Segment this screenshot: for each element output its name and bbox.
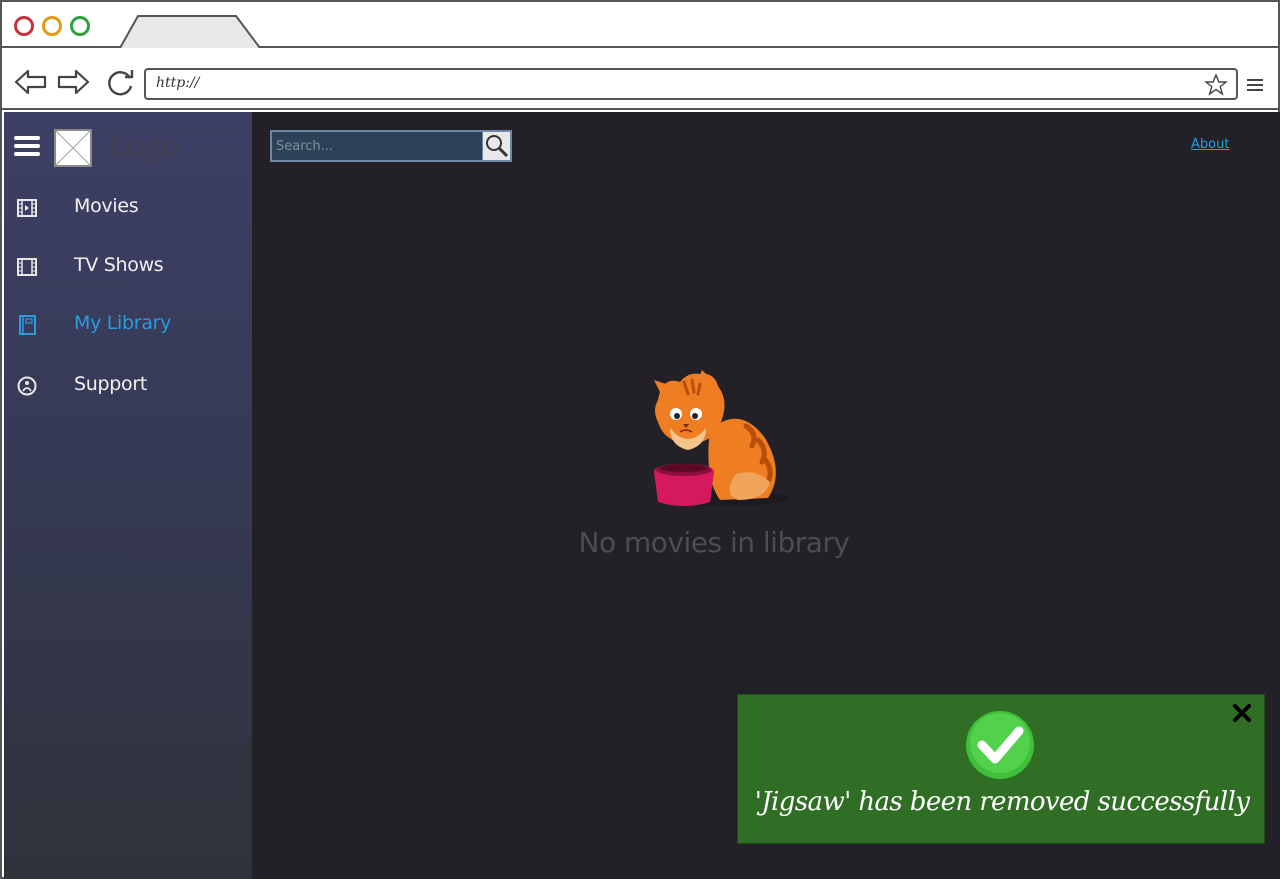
success-toast: 'Jigsaw' has been removed successfully [737, 694, 1265, 844]
close-icon[interactable] [1230, 701, 1254, 725]
book-icon [19, 315, 36, 335]
sidebar-item-tv-shows[interactable]: TV Shows [4, 247, 252, 287]
search-input[interactable] [272, 132, 484, 160]
browser-toolbar: http:// [2, 48, 1278, 110]
sidebar-item-label: Support [74, 373, 148, 395]
browser-menu-icon[interactable] [1246, 78, 1264, 92]
app-area: Logo Movies TV Shows My Library Support … [4, 112, 1280, 879]
search-button[interactable] [482, 132, 510, 160]
sidebar-item-label: My Library [74, 312, 172, 334]
maximize-window-button[interactable] [70, 16, 90, 36]
toast-message: 'Jigsaw' has been removed successfully [754, 787, 1250, 817]
sidebar: Logo Movies TV Shows My Library Support [4, 112, 252, 879]
filmstrip-icon [17, 258, 37, 276]
browser-window: http:// Logo Movies TV Shows My Library … [0, 0, 1280, 879]
bookmark-star-icon[interactable] [1204, 73, 1228, 97]
checkmark-icon [966, 711, 1034, 779]
back-arrow-icon[interactable] [14, 68, 48, 96]
close-window-button[interactable] [14, 16, 34, 36]
search-box [270, 130, 512, 162]
address-bar[interactable]: http:// [144, 68, 1238, 100]
forward-arrow-icon[interactable] [56, 68, 90, 96]
film-icon [17, 199, 37, 217]
search-icon [486, 135, 509, 158]
logo-text: Logo [108, 130, 179, 163]
sidebar-item-label: TV Shows [74, 254, 164, 276]
about-link[interactable]: About [1191, 137, 1229, 152]
support-icon [17, 376, 37, 396]
hamburger-menu-icon[interactable] [14, 136, 40, 156]
sidebar-item-my-library[interactable]: My Library [4, 305, 252, 345]
reload-icon[interactable] [104, 68, 138, 96]
title-bar [2, 2, 1278, 50]
sidebar-item-support[interactable]: Support [4, 366, 252, 406]
address-text: http:// [156, 75, 200, 91]
cat-empty-bowl-illustration [654, 370, 789, 506]
logo-image-placeholder [54, 129, 92, 167]
sidebar-item-label: Movies [74, 195, 139, 217]
sidebar-item-movies[interactable]: Movies [4, 188, 252, 228]
browser-tab[interactable] [118, 14, 262, 50]
empty-library-message: No movies in library [578, 526, 850, 559]
minimize-window-button[interactable] [42, 16, 62, 36]
